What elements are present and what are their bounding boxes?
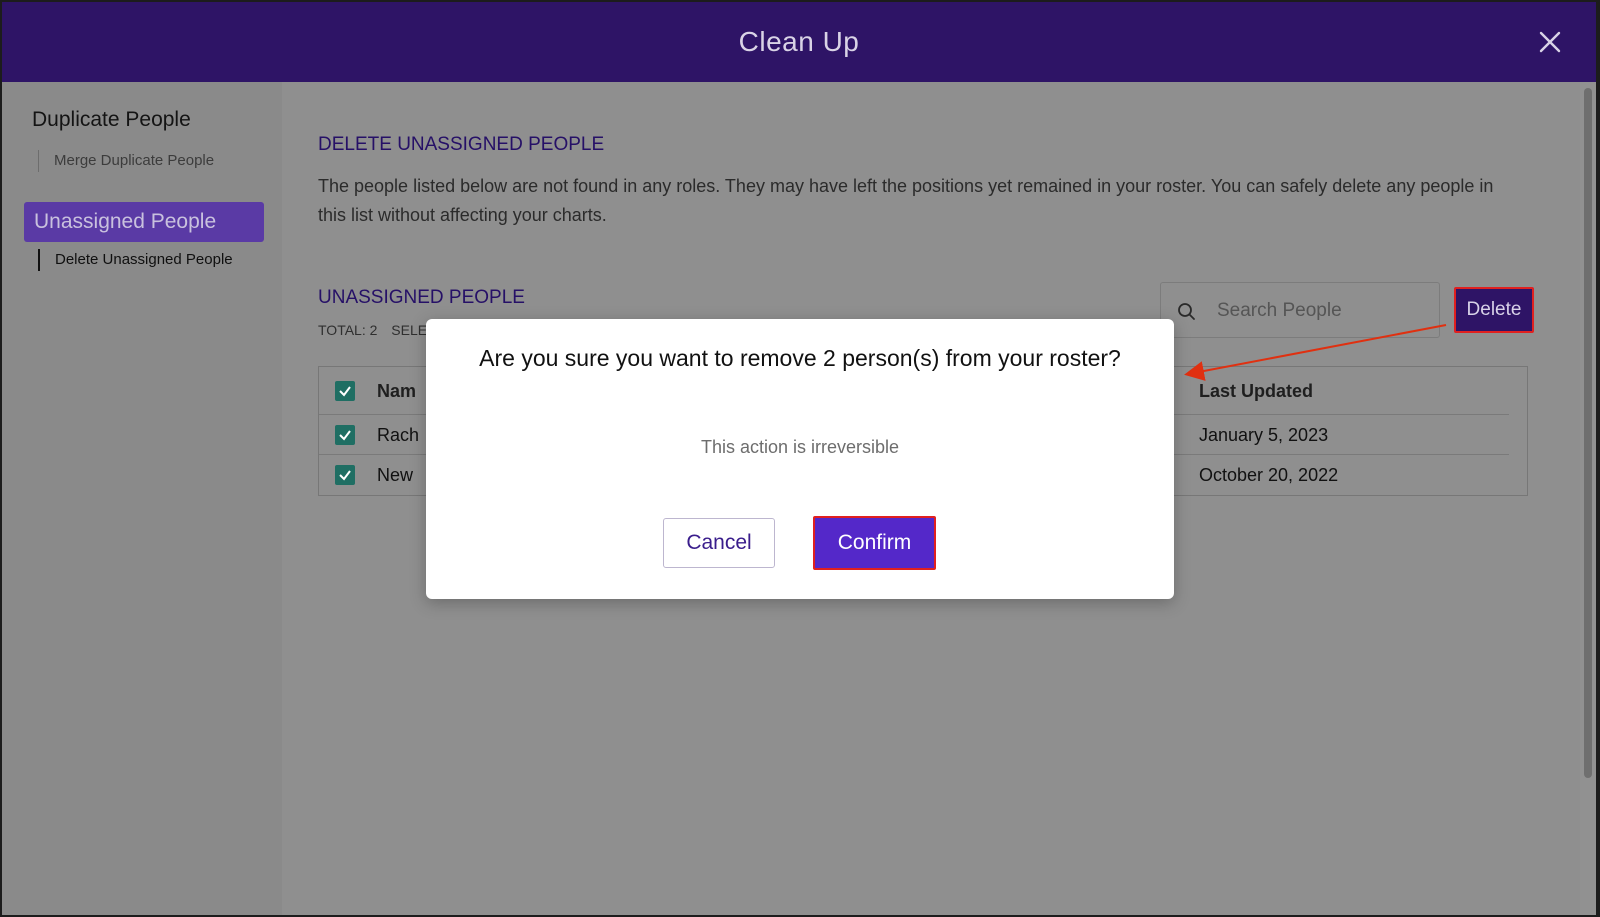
section-title: DELETE UNASSIGNED PEOPLE	[318, 134, 605, 155]
scrollbar[interactable]	[1580, 82, 1596, 915]
delete-button[interactable]: Delete	[1454, 287, 1534, 333]
column-header-last-updated[interactable]: Last Updated	[1199, 381, 1313, 402]
sidebar-group-unassigned-people[interactable]: Unassigned People	[24, 202, 264, 242]
window-title: Clean Up	[738, 26, 860, 57]
dialog-note: This action is irreversible	[700, 437, 900, 457]
confirm-dialog: Are you sure you want to remove 2 person…	[426, 319, 1174, 599]
window-header: Clean Up	[2, 2, 1596, 82]
close-icon[interactable]	[1536, 28, 1564, 56]
cancel-button[interactable]: Cancel	[663, 518, 775, 568]
row-name: Rach	[377, 425, 420, 445]
column-header-name[interactable]: Nam	[377, 381, 416, 402]
row-last-updated: October 20, 2022	[1199, 465, 1339, 485]
list-title: UNASSIGNED PEOPLE	[318, 287, 525, 308]
search-input[interactable]	[1217, 293, 1427, 329]
confirm-button[interactable]: Confirm	[813, 516, 936, 570]
screen-frame: Clean Up Duplicate People Merge Duplicat…	[0, 0, 1600, 917]
sidebar-item-merge-duplicate-people[interactable]: Merge Duplicate People	[38, 150, 214, 172]
list-counts: TOTAL: 2 SELE	[318, 322, 427, 338]
row-checkbox[interactable]	[335, 425, 355, 445]
dialog-question: Are you sure you want to remove 2 person…	[479, 345, 1121, 371]
sidebar-group-duplicate-people[interactable]: Duplicate People	[32, 108, 191, 132]
row-checkbox[interactable]	[335, 465, 355, 485]
row-name: New	[377, 465, 414, 485]
search-icon	[1177, 302, 1197, 322]
section-description: The people listed below are not found in…	[318, 176, 1494, 225]
scrollbar-thumb[interactable]	[1584, 88, 1592, 778]
row-last-updated: January 5, 2023	[1199, 425, 1329, 445]
sidebar-item-delete-unassigned-people[interactable]: Delete Unassigned People	[38, 249, 233, 271]
total-count: TOTAL: 2	[318, 322, 378, 338]
sidebar: Duplicate People Merge Duplicate People …	[2, 82, 282, 915]
search-box	[1160, 282, 1440, 338]
selected-count: SELE	[391, 322, 428, 338]
select-all-checkbox[interactable]	[335, 381, 355, 401]
